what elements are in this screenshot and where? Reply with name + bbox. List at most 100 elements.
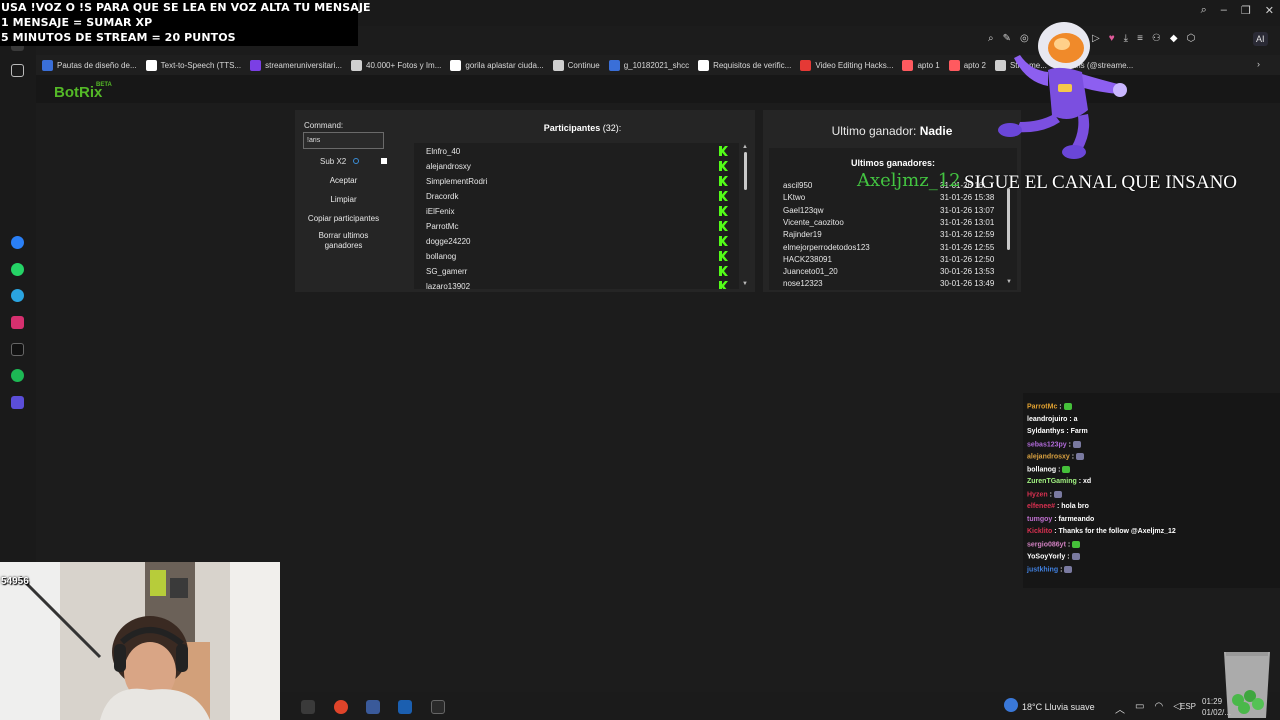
scroll-up-icon[interactable]: ▲ bbox=[742, 144, 748, 150]
sub-x2-checkbox[interactable] bbox=[381, 158, 387, 164]
kick-icon bbox=[718, 206, 728, 216]
battery-icon[interactable]: ▭ bbox=[1135, 701, 1144, 716]
participant-name: dogge24220 bbox=[426, 237, 471, 246]
chat-username[interactable]: Hyzen bbox=[1027, 491, 1048, 498]
telegram-icon[interactable] bbox=[11, 289, 24, 302]
bookmark-label: g_10182021_shcc bbox=[623, 60, 690, 70]
info-icon[interactable] bbox=[353, 158, 359, 164]
chevron-right-icon[interactable]: › bbox=[1257, 59, 1260, 69]
epic-games-icon[interactable] bbox=[431, 700, 445, 714]
chat-text: : bbox=[1060, 565, 1063, 573]
bookmark-favicon-icon bbox=[351, 59, 363, 71]
command-input[interactable] bbox=[303, 132, 384, 149]
winner-name: Vicente_caozitoo bbox=[783, 217, 844, 227]
chat-username[interactable]: bollanog bbox=[1027, 466, 1056, 473]
participant-name: SG_gamerr bbox=[426, 267, 468, 276]
bookmark-item[interactable]: Requisitos de verific... bbox=[698, 59, 792, 71]
bookmark-item[interactable]: apto 2 bbox=[948, 59, 986, 71]
bookmark-item[interactable]: Pautas de diseño de... bbox=[42, 59, 137, 71]
participant-name: bollanog bbox=[426, 252, 457, 261]
messenger-icon[interactable] bbox=[11, 236, 24, 249]
chevron-up-icon[interactable]: ︿ bbox=[1115, 701, 1125, 716]
language-indicator[interactable]: ESP bbox=[1180, 702, 1196, 711]
chat-text: : bbox=[1067, 553, 1070, 561]
astronaut-mascot bbox=[998, 22, 1127, 159]
menu-icon[interactable]: ≡ bbox=[1137, 33, 1143, 44]
app-icon[interactable] bbox=[301, 700, 315, 714]
winner-name: Rajinder19 bbox=[783, 230, 822, 240]
delete-winners-button[interactable]: Borrar ultimos ganadores bbox=[303, 231, 384, 251]
accept-button[interactable]: Aceptar bbox=[303, 176, 384, 186]
cube-icon[interactable]: ⬡ bbox=[1187, 33, 1196, 44]
restore-icon[interactable]: ❐ bbox=[1241, 4, 1251, 17]
chat-username[interactable]: alejandrosxy bbox=[1027, 453, 1070, 460]
chat-username[interactable]: Kicklito bbox=[1027, 528, 1052, 535]
overlay-line-1: USA !VOZ O !S PARA QUE SE LEA EN VOZ ALT… bbox=[1, 1, 371, 14]
kick-icon bbox=[718, 281, 728, 289]
profile-icon[interactable]: ⚇ bbox=[1152, 33, 1161, 44]
player-icon[interactable] bbox=[11, 396, 24, 409]
clear-button[interactable]: Limpiar bbox=[303, 195, 384, 205]
winners-title: Ultimos ganadores: bbox=[850, 158, 935, 168]
chat-username[interactable]: ZurenTGaming bbox=[1027, 478, 1077, 485]
diamond-icon[interactable]: ◆ bbox=[1170, 33, 1178, 44]
winner-name: Gael123qw bbox=[783, 205, 824, 215]
participants-list[interactable]: Elnfro_40 alejandrosxy SimplementRodri Drac… bbox=[414, 143, 739, 289]
chat-username[interactable]: tumgoy bbox=[1027, 516, 1052, 523]
minimize-icon[interactable]: – bbox=[1221, 4, 1227, 17]
participants-title-text: Participantes bbox=[543, 123, 601, 133]
chat-text: : xd bbox=[1078, 478, 1092, 485]
steam-icon[interactable] bbox=[398, 700, 412, 714]
chat-message: ZurenTGaming : xd bbox=[1027, 478, 1091, 485]
bookmark-label: 40.000+ Fotos y Im... bbox=[366, 60, 442, 70]
window-icon[interactable] bbox=[366, 700, 380, 714]
star-icon[interactable] bbox=[11, 64, 24, 77]
winners-scroll-down-icon[interactable]: ▼ bbox=[1006, 279, 1012, 285]
chat-emote-icon bbox=[1062, 465, 1071, 473]
kick-icon bbox=[718, 221, 728, 231]
chat-username[interactable]: YoSoyYorly bbox=[1027, 553, 1065, 560]
chat-username[interactable]: elfenee# bbox=[1027, 503, 1055, 510]
scroll-down-icon[interactable]: ▼ bbox=[742, 281, 748, 287]
instagram-icon[interactable] bbox=[11, 316, 24, 329]
chat-username[interactable]: leandrojuiro bbox=[1027, 416, 1067, 423]
search-icon[interactable]: ⌕ bbox=[1201, 4, 1207, 17]
x-twitter-icon[interactable] bbox=[11, 343, 24, 356]
winner-date: 31-01-26 12:59 bbox=[940, 230, 995, 240]
participants-scrollbar[interactable] bbox=[744, 152, 747, 190]
wifi-icon[interactable]: ◠ bbox=[1154, 701, 1163, 716]
last-winner: Ultimo ganador: Nadie bbox=[763, 124, 1021, 138]
bookmark-item[interactable]: Continue bbox=[552, 59, 600, 71]
chrome-icon[interactable] bbox=[334, 700, 348, 714]
bookmark-item[interactable]: Text-to-Speech (TTS... bbox=[145, 59, 242, 71]
bookmark-item[interactable]: gorila aplastar ciuda... bbox=[450, 59, 544, 71]
bookmark-item[interactable]: Video Editing Hacks... bbox=[800, 59, 893, 71]
winner-date: 30-01-26 13:49 bbox=[940, 279, 995, 289]
chat-text: : bbox=[1068, 440, 1071, 448]
whatsapp-icon[interactable] bbox=[11, 263, 24, 276]
bookmark-item[interactable]: 40.000+ Fotos y Im... bbox=[351, 59, 442, 71]
copy-participants-button[interactable]: Copiar participantes bbox=[303, 214, 384, 224]
chat-emote-icon bbox=[1071, 553, 1080, 560]
chat-username[interactable]: Syldanthys bbox=[1027, 428, 1064, 435]
kick-icon bbox=[718, 191, 728, 201]
bookmark-item[interactable]: g_10182021_shcc bbox=[608, 59, 690, 71]
close-icon[interactable]: ✕ bbox=[1265, 4, 1274, 17]
chat-username[interactable]: sergio086yt bbox=[1027, 541, 1066, 548]
chat-emote-icon bbox=[1073, 440, 1081, 448]
ai-button[interactable]: AI bbox=[1253, 32, 1268, 46]
bookmark-item[interactable]: apto 1 bbox=[902, 59, 940, 71]
chat-text: : bbox=[1058, 465, 1061, 473]
spotify-icon[interactable] bbox=[11, 369, 24, 382]
kick-icon bbox=[718, 236, 728, 246]
bookmark-label: Text-to-Speech (TTS... bbox=[160, 60, 242, 70]
bookmark-label: Requisitos de verific... bbox=[713, 60, 792, 70]
chat-username[interactable]: justkhing bbox=[1027, 566, 1058, 573]
chat-username[interactable]: ParrotMc bbox=[1027, 403, 1057, 410]
winners-scrollbar[interactable] bbox=[1007, 188, 1010, 250]
chat-message: Kicklito : Thanks for the follow @Axeljm… bbox=[1027, 528, 1176, 535]
winner-date: 31-01-26 15:38 bbox=[940, 193, 995, 203]
weather-text[interactable]: 18°C Lluvia suave bbox=[1022, 702, 1095, 712]
chat-username[interactable]: sebas123py bbox=[1027, 441, 1067, 448]
bookmark-item[interactable]: streameruniversitari... bbox=[250, 59, 342, 71]
